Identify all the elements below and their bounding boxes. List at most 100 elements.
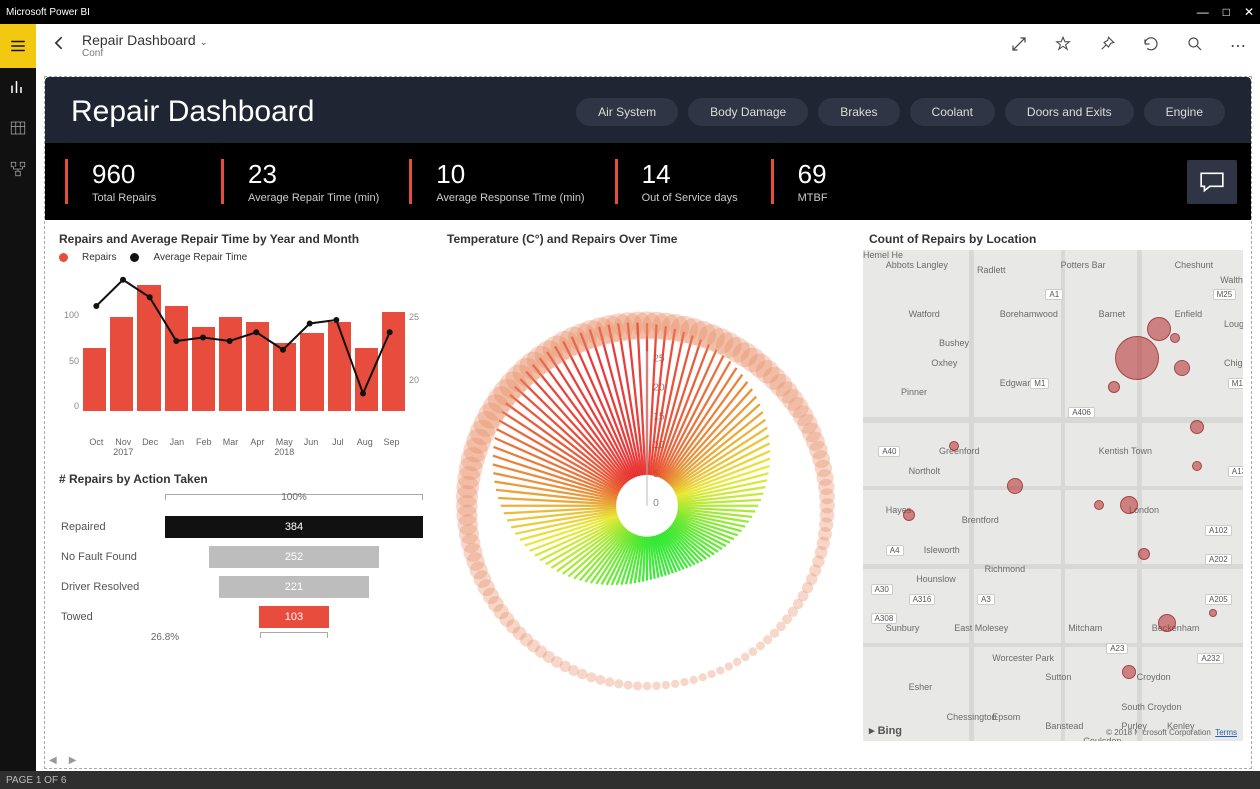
place-label: Watford	[909, 309, 940, 319]
maximize-button[interactable]: □	[1223, 5, 1230, 19]
search-icon[interactable]	[1186, 35, 1204, 58]
map-bubble	[1209, 609, 1217, 617]
favorite-icon[interactable]	[1054, 35, 1072, 58]
radial-svg: 0510152025	[441, 250, 853, 741]
bar	[137, 285, 160, 411]
filter-air-system[interactable]: Air System	[576, 98, 678, 126]
road-label: A13	[1228, 466, 1243, 477]
map-bubble	[1174, 360, 1190, 376]
action-row: Towed 103	[61, 602, 423, 632]
action-row: Driver Resolved 221	[61, 572, 423, 602]
place-label: Chessington	[947, 712, 997, 722]
place-label: Isleworth	[924, 545, 960, 555]
road-label: A406	[1068, 407, 1095, 418]
place-label: Coulsdon	[1083, 736, 1121, 741]
map-bubble	[1192, 461, 1202, 471]
minimize-button[interactable]: —	[1197, 5, 1209, 19]
place-label: Abbots Langley	[886, 260, 948, 270]
map-bubble	[1115, 336, 1159, 380]
place-label: Potters Bar	[1061, 260, 1106, 270]
model-view-icon[interactable]	[9, 160, 27, 183]
place-label: Chig	[1224, 358, 1243, 368]
map-terms-link[interactable]: Terms	[1215, 728, 1237, 737]
workspace-name: Conf	[82, 48, 208, 59]
map-bubble	[1094, 500, 1104, 510]
pin-icon[interactable]	[1098, 35, 1116, 58]
report-view-icon[interactable]	[9, 78, 27, 101]
legend-repairs-swatch	[59, 253, 68, 262]
kpi-out-of-service: 14Out of Service days	[615, 159, 765, 204]
map-bubble	[1138, 548, 1150, 560]
back-button[interactable]	[50, 33, 70, 59]
action-row: No Fault Found 252	[61, 542, 423, 572]
dashboard-header: Repair Dashboard Air System Body Damage …	[45, 77, 1251, 143]
hamburger-menu[interactable]	[0, 24, 36, 68]
bar	[165, 306, 188, 411]
action-bar: 252	[209, 546, 379, 568]
filter-coolant[interactable]: Coolant	[910, 98, 995, 126]
road-label: A23	[1106, 643, 1128, 654]
map-bubble	[1122, 665, 1136, 679]
bar	[219, 317, 242, 411]
status-bar: PAGE 1 OF 6	[0, 771, 1260, 789]
bar	[300, 333, 323, 411]
place-label: Borehamwood	[1000, 309, 1058, 319]
filter-engine[interactable]: Engine	[1144, 98, 1225, 126]
window-title-bar: Microsoft Power BI — □ ✕	[0, 0, 1260, 24]
combo-title: Repairs and Average Repair Time by Year …	[53, 228, 431, 250]
place-label: East Molesey	[954, 623, 1008, 633]
close-button[interactable]: ✕	[1244, 5, 1254, 19]
action-bar: 103	[259, 606, 329, 628]
action-label: No Fault Found	[61, 551, 157, 563]
place-label: Worcester Park	[992, 653, 1054, 663]
place-label: Northolt	[909, 466, 941, 476]
actions-chart[interactable]: # Repairs by Action Taken 100% Repaired3…	[53, 468, 431, 658]
view-rail	[0, 68, 36, 771]
action-label: Towed	[61, 611, 157, 623]
filter-body-damage[interactable]: Body Damage	[688, 98, 808, 126]
combo-chart[interactable]: Repairs and Average Repair Time by Year …	[53, 228, 431, 458]
kpi-avg-repair-time: 23Average Repair Time (min)	[221, 159, 403, 204]
next-page[interactable]: ▶	[69, 755, 77, 766]
map-bubble	[1007, 478, 1023, 494]
place-label: Sutton	[1045, 672, 1071, 682]
comment-button[interactable]	[1187, 160, 1237, 204]
road-label: M11	[1228, 378, 1243, 389]
map-bubble	[1170, 333, 1180, 343]
radial-title: Temperature (C°) and Repairs Over Time	[441, 228, 853, 250]
place-label: Purley	[1121, 721, 1147, 731]
radial-chart[interactable]: Temperature (C°) and Repairs Over Time 0…	[441, 228, 853, 745]
filter-doors-exits[interactable]: Doors and Exits	[1005, 98, 1134, 126]
map-bubble	[1108, 381, 1120, 393]
place-label: Hemel He	[863, 250, 903, 260]
place-label: Croydon	[1137, 672, 1171, 682]
map-body[interactable]: ▸ Bing © 2018 Microsoft Corporation Term…	[863, 250, 1243, 741]
breadcrumb[interactable]: Repair Dashboard ⌄ Conf	[82, 33, 208, 59]
place-label: Brentford	[962, 515, 999, 525]
data-view-icon[interactable]	[9, 119, 27, 142]
action-label: Driver Resolved	[61, 581, 157, 593]
filter-brakes[interactable]: Brakes	[818, 98, 899, 126]
page-indicator: PAGE 1 OF 6	[6, 775, 66, 786]
kpi-avg-response-time: 10Average Response Time (min)	[409, 159, 608, 204]
place-label: Bushey	[939, 338, 969, 348]
place-label: Epsom	[992, 712, 1020, 722]
map-bubble	[1190, 420, 1204, 434]
road-label: A102	[1205, 525, 1232, 536]
bar	[110, 317, 133, 411]
fullscreen-icon[interactable]	[1010, 35, 1028, 58]
action-bar: 384	[165, 516, 423, 538]
road-label: M25	[1213, 289, 1237, 300]
road-label: A40	[878, 446, 900, 457]
map-visual[interactable]: Count of Repairs by Location ▸ Bing © 20…	[863, 228, 1243, 745]
more-icon[interactable]: ⋯	[1230, 36, 1246, 56]
prev-page[interactable]: ◀	[49, 755, 57, 766]
refresh-icon[interactable]	[1142, 35, 1160, 58]
action-bar: 221	[219, 576, 369, 598]
kpi-band: 960Total Repairs 23Average Repair Time (…	[45, 143, 1251, 220]
svg-text:0: 0	[653, 498, 659, 509]
bar	[355, 348, 378, 411]
place-label: Banstead	[1045, 721, 1083, 731]
bar	[328, 322, 351, 411]
road-label: A202	[1205, 554, 1232, 565]
